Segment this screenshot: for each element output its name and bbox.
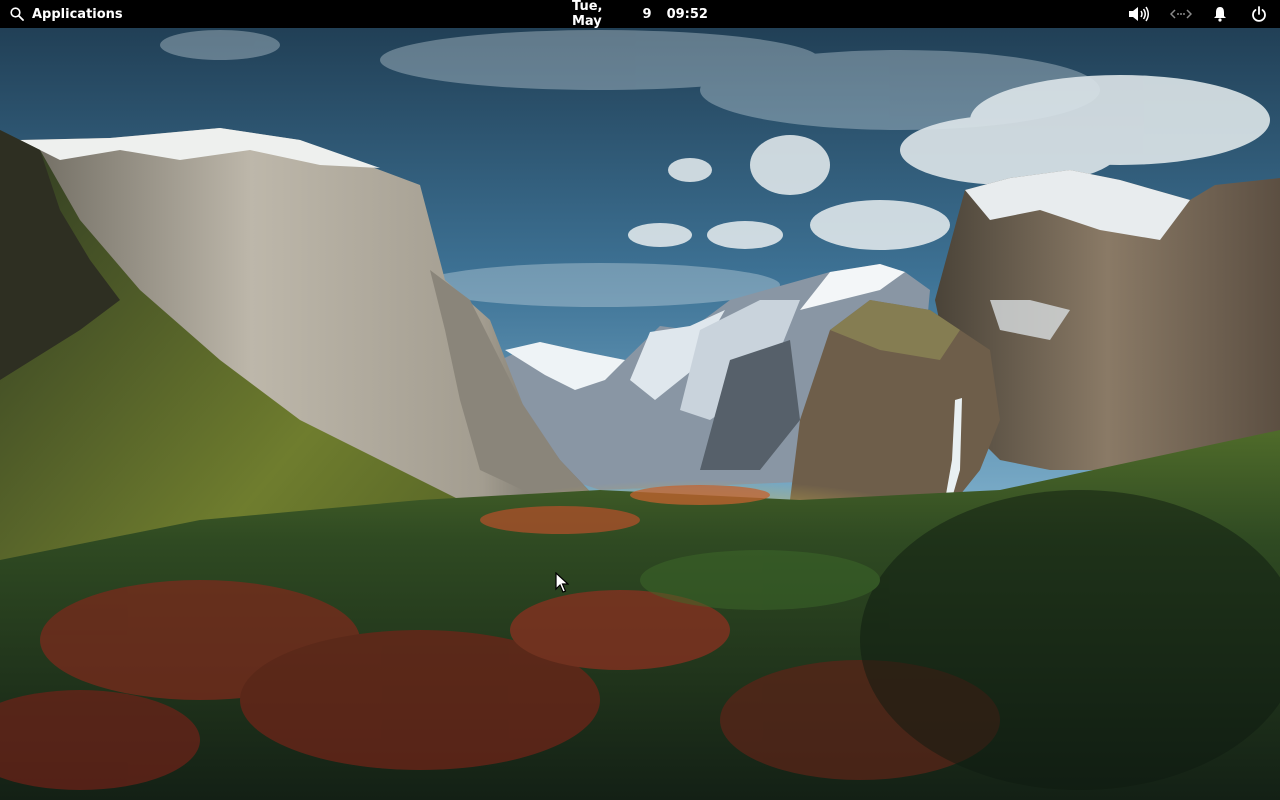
notification-bell-icon[interactable] (1209, 4, 1231, 24)
desktop[interactable]: Applications Tue, May 9 09:52 (0, 0, 1280, 800)
clock[interactable]: Tue, May 9 09:52 (572, 0, 708, 29)
power-icon[interactable] (1248, 4, 1270, 24)
top-panel: Applications Tue, May 9 09:52 (0, 0, 1280, 29)
clock-day: Tue, May (572, 0, 603, 29)
clock-time: 09:52 (666, 6, 708, 22)
desktop-wallpaper (0, 0, 1280, 800)
applications-menu[interactable]: Applications (6, 0, 127, 28)
applications-label: Applications (32, 6, 123, 22)
clock-date: 9 (642, 6, 652, 22)
mouse-pointer-icon (555, 572, 569, 593)
volume-icon[interactable] (1128, 4, 1150, 24)
network-icon[interactable] (1170, 4, 1192, 24)
search-icon (10, 7, 24, 21)
